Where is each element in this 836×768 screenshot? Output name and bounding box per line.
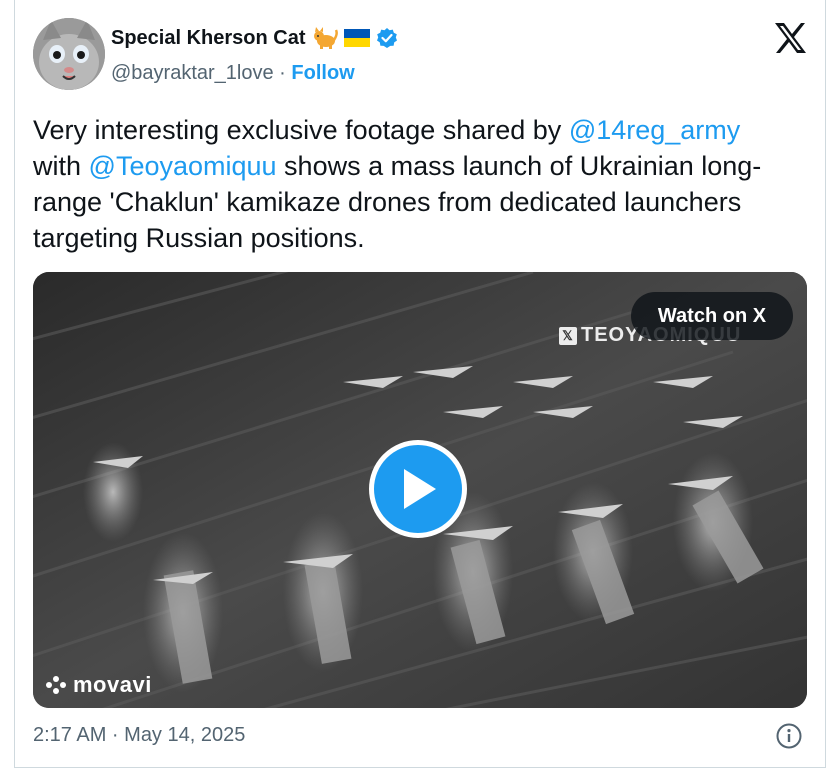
avatar[interactable] [33, 18, 105, 90]
handle[interactable]: @bayraktar_1love [111, 62, 274, 84]
timestamp[interactable]: 2:17 AM · May 14, 2025 [33, 724, 245, 747]
follow-button[interactable]: Follow [291, 62, 354, 84]
tweet-text-segment: Very interesting exclusive footage share… [33, 115, 569, 145]
tweet-card: Special Kherson Cat @bayraktar_1love · F… [14, 0, 826, 768]
x-logo-icon[interactable] [773, 22, 807, 54]
play-icon [404, 469, 436, 509]
display-name-text: Special Kherson Cat [111, 26, 306, 49]
tweet-text-segment: with [33, 151, 89, 181]
movavi-text: movavi [73, 672, 152, 697]
mention-link[interactable]: @Teoyaomiquu [89, 151, 277, 181]
ukraine-flag-icon [343, 29, 370, 47]
handle-row: @bayraktar_1love · Follow [111, 62, 355, 85]
mention-link[interactable]: @14reg_army [569, 115, 740, 145]
movavi-logo-icon [46, 676, 66, 694]
tweet-text: Very interesting exclusive footage share… [33, 112, 813, 256]
watch-on-x-button[interactable]: Watch on X [631, 292, 793, 340]
play-button[interactable] [369, 440, 467, 538]
cat-emoji-icon [313, 27, 338, 49]
display-name[interactable]: Special Kherson Cat [111, 26, 398, 50]
separator: · [279, 62, 286, 84]
verified-badge-icon [376, 28, 397, 48]
movavi-watermark: movavi [45, 672, 152, 698]
info-icon[interactable] [775, 722, 803, 750]
video-player[interactable]: 𝕏 TEOYAOMIQUU Watch on X movavi [33, 272, 807, 708]
x-watermark-icon: 𝕏 [559, 326, 577, 345]
